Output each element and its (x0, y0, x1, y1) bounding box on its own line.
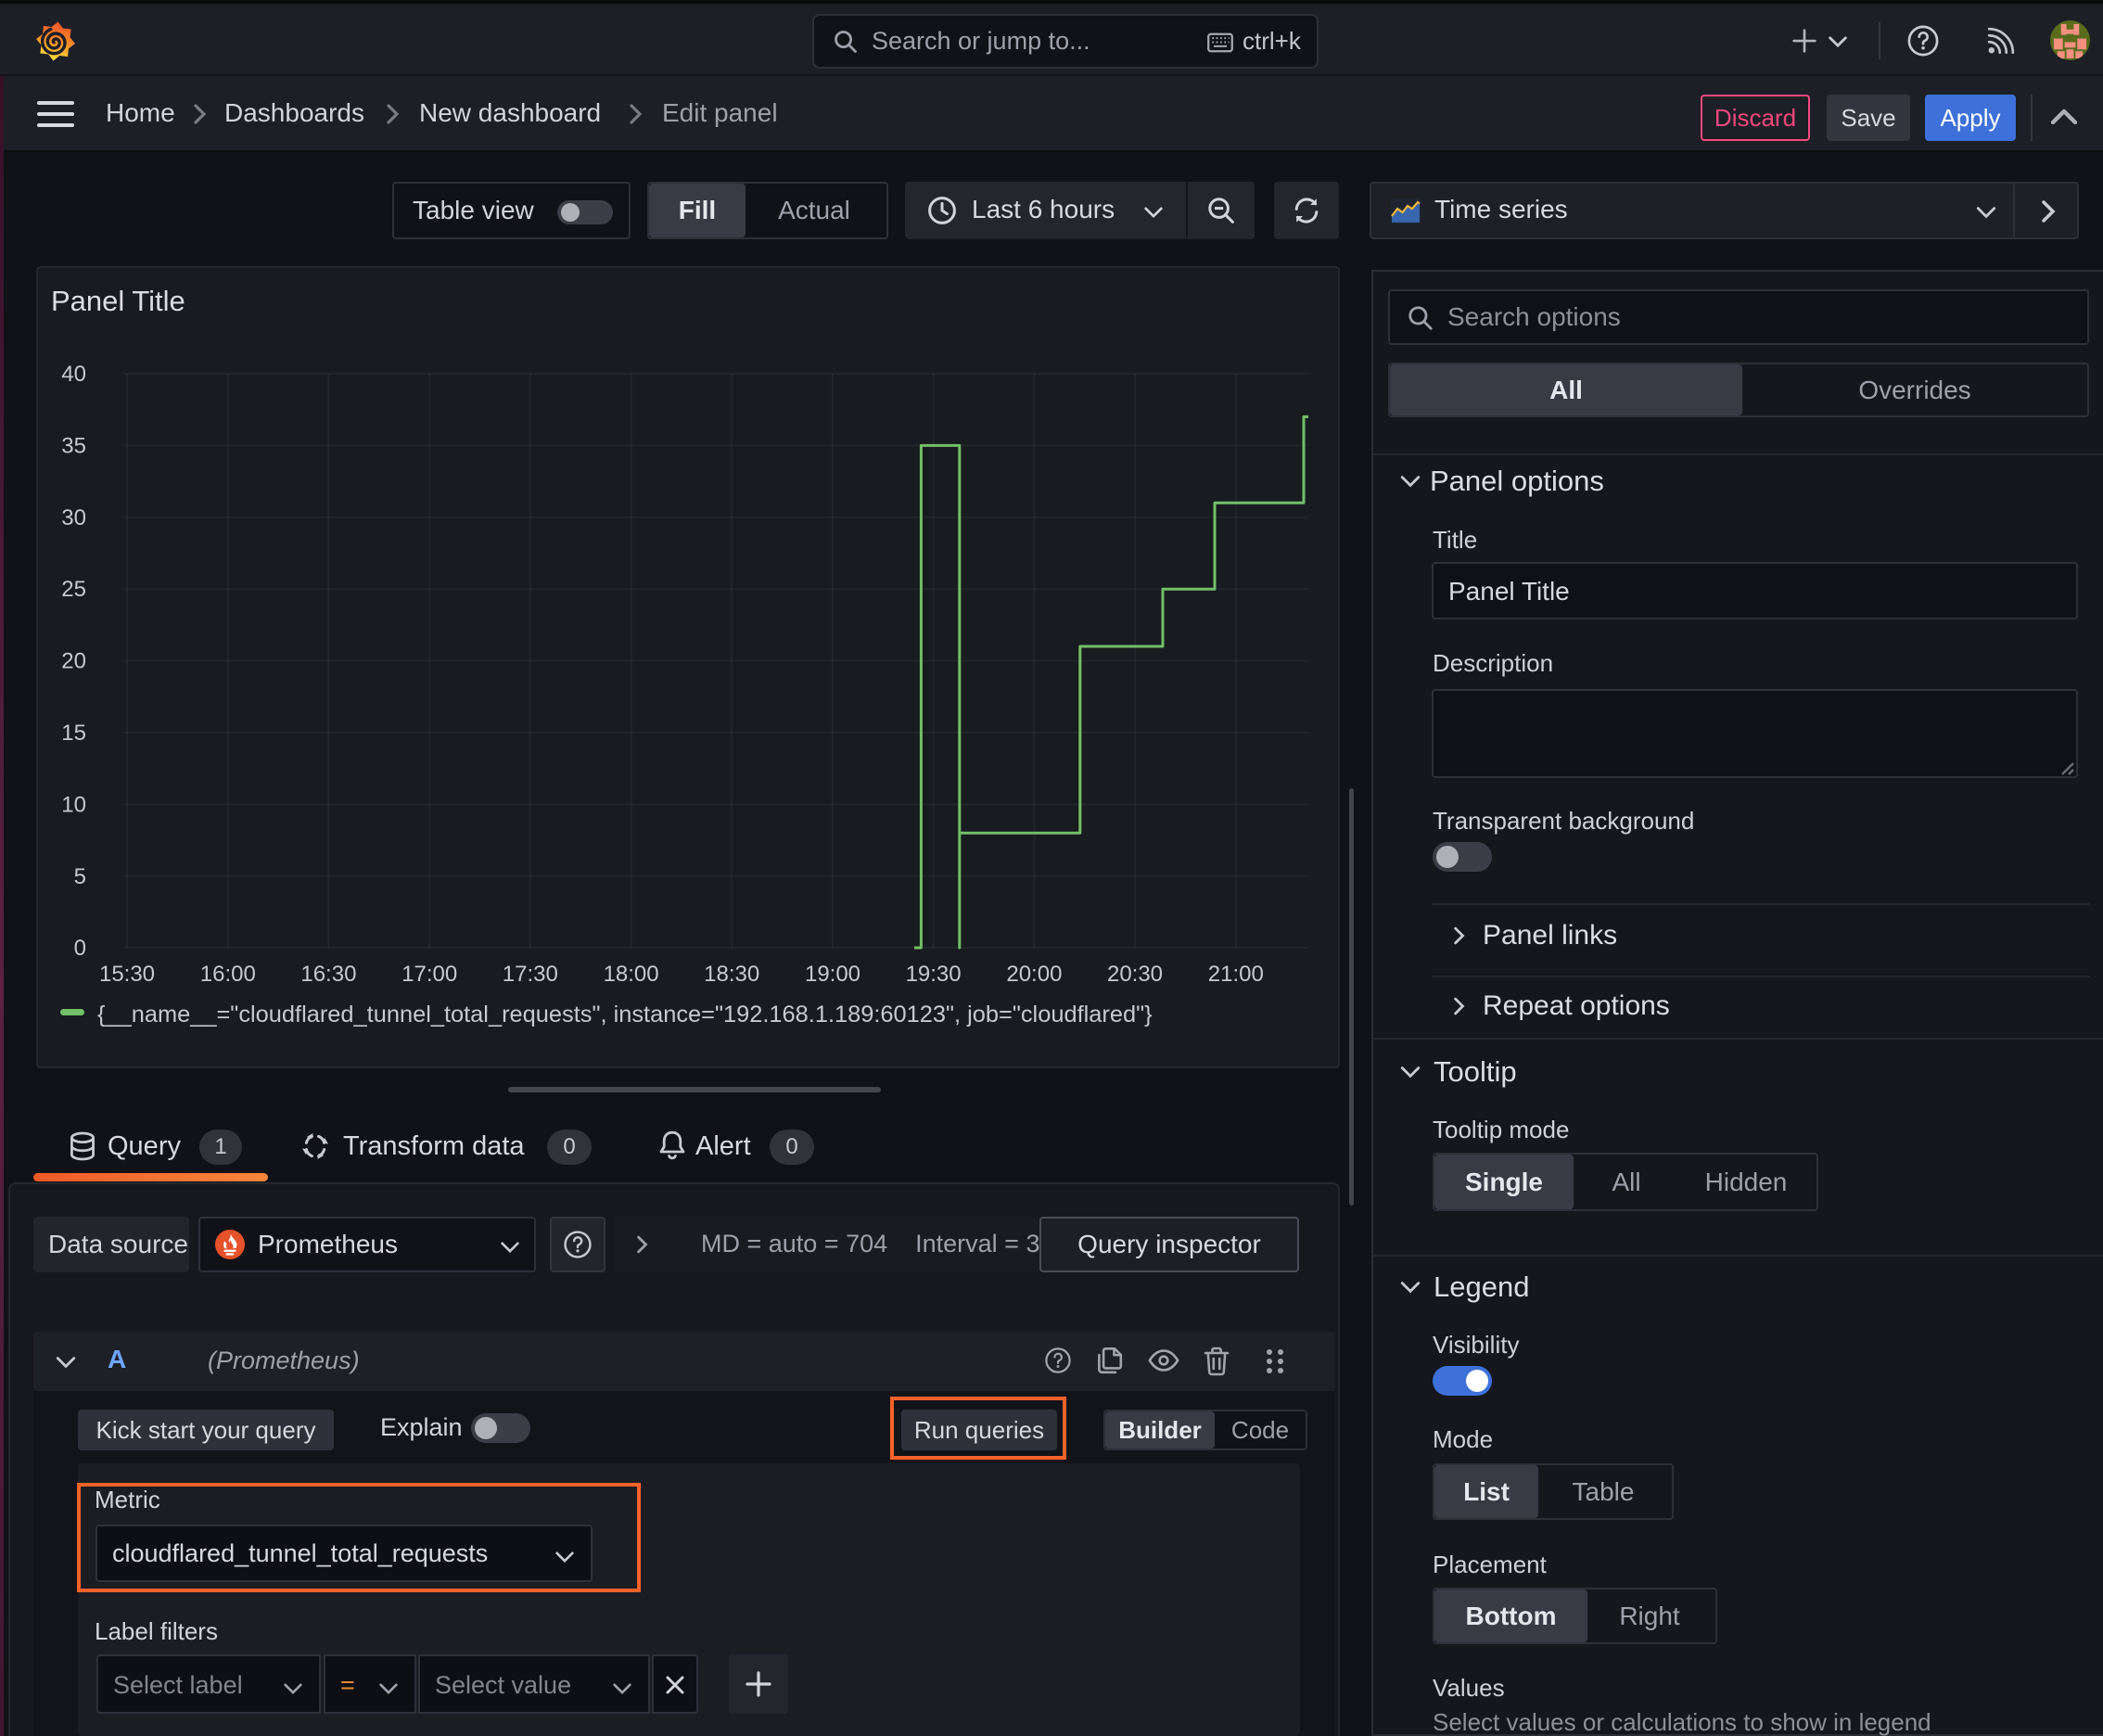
svg-text:30: 30 (61, 505, 86, 530)
svg-text:16:00: 16:00 (200, 962, 256, 987)
svg-text:0: 0 (74, 936, 86, 961)
svg-text:15:30: 15:30 (99, 962, 155, 987)
svg-text:19:30: 19:30 (906, 962, 962, 987)
svg-text:20: 20 (61, 649, 86, 674)
svg-text:35: 35 (61, 433, 86, 458)
svg-text:20:00: 20:00 (1006, 962, 1062, 987)
svg-text:18:30: 18:30 (704, 962, 759, 987)
svg-text:15: 15 (61, 721, 86, 746)
svg-text:17:00: 17:00 (401, 962, 457, 987)
svg-text:21:00: 21:00 (1208, 962, 1264, 987)
svg-text:18:00: 18:00 (604, 962, 659, 987)
svg-text:25: 25 (61, 577, 86, 602)
svg-text:10: 10 (61, 792, 86, 817)
svg-text:17:30: 17:30 (503, 962, 558, 987)
svg-text:{__name__="cloudflared_tunnel_: {__name__="cloudflared_tunnel_total_requ… (97, 1002, 1153, 1028)
svg-text:20:30: 20:30 (1107, 962, 1163, 987)
svg-text:16:30: 16:30 (300, 962, 356, 987)
svg-text:19:00: 19:00 (805, 962, 860, 987)
svg-text:40: 40 (61, 362, 86, 387)
svg-text:5: 5 (74, 864, 86, 889)
